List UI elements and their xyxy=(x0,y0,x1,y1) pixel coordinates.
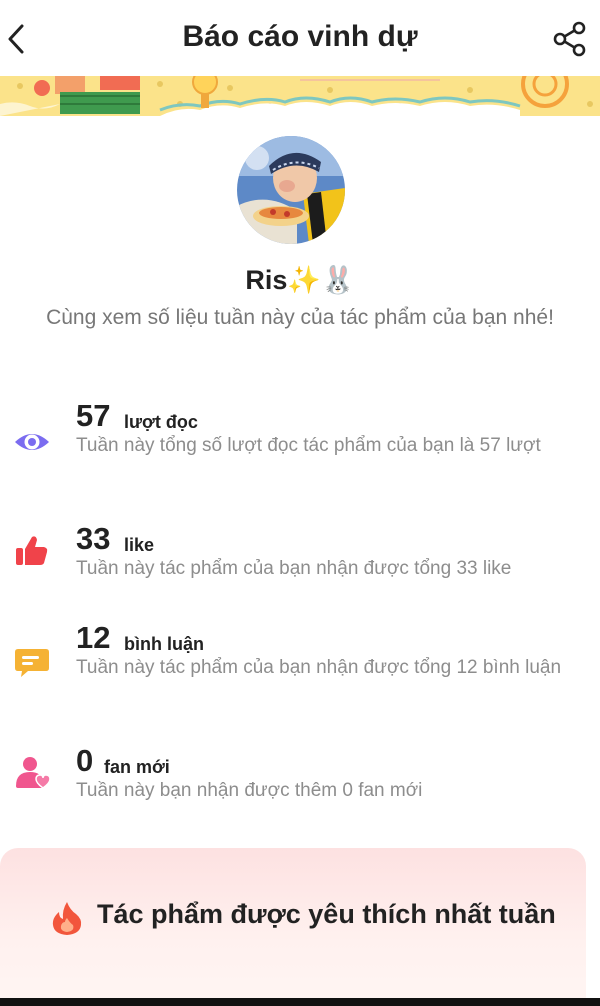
reads-description: Tuần này tổng số lượt đọc tác phẩm của b… xyxy=(76,435,541,456)
comments-count: 12 xyxy=(76,620,111,655)
report-subtitle: Cùng xem số liệu tuần này của tác phẩm c… xyxy=(46,306,554,329)
bottom-edge xyxy=(0,998,600,1006)
fire-icon xyxy=(52,902,82,935)
top-bar: Báo cáo vinh dự xyxy=(0,0,600,76)
eye-icon xyxy=(15,434,49,450)
page-title: Báo cáo vinh dự xyxy=(182,20,418,53)
likes-description: Tuần này tác phẩm của bạn nhận được tổng… xyxy=(76,558,512,579)
fan-icon xyxy=(16,757,51,789)
thumbs-up-icon xyxy=(16,536,48,565)
fans-description: Tuần này bạn nhận được thêm 0 fan mới xyxy=(76,780,423,801)
comment-icon xyxy=(15,649,49,677)
share-button[interactable] xyxy=(552,20,588,58)
header-banner xyxy=(0,76,600,116)
reads-count: 57 xyxy=(76,398,111,433)
reads-unit: lượt đọc xyxy=(124,412,198,432)
share-icon xyxy=(553,21,586,57)
comments-description: Tuần này tác phẩm của bạn nhận được tổng… xyxy=(76,657,562,678)
avatar-photo xyxy=(237,136,345,244)
banner-illustration xyxy=(0,76,600,116)
fans-unit: fan mới xyxy=(104,757,170,777)
avatar[interactable] xyxy=(237,136,345,244)
favorite-work-title: Tác phẩm được yêu thích nhất tuần xyxy=(97,899,556,929)
fans-count: 0 xyxy=(76,743,94,778)
comments-unit: bình luận xyxy=(124,634,204,654)
username: Ris✨🐰 xyxy=(245,265,355,295)
likes-count: 33 xyxy=(76,521,111,556)
likes-unit: like xyxy=(124,535,155,555)
